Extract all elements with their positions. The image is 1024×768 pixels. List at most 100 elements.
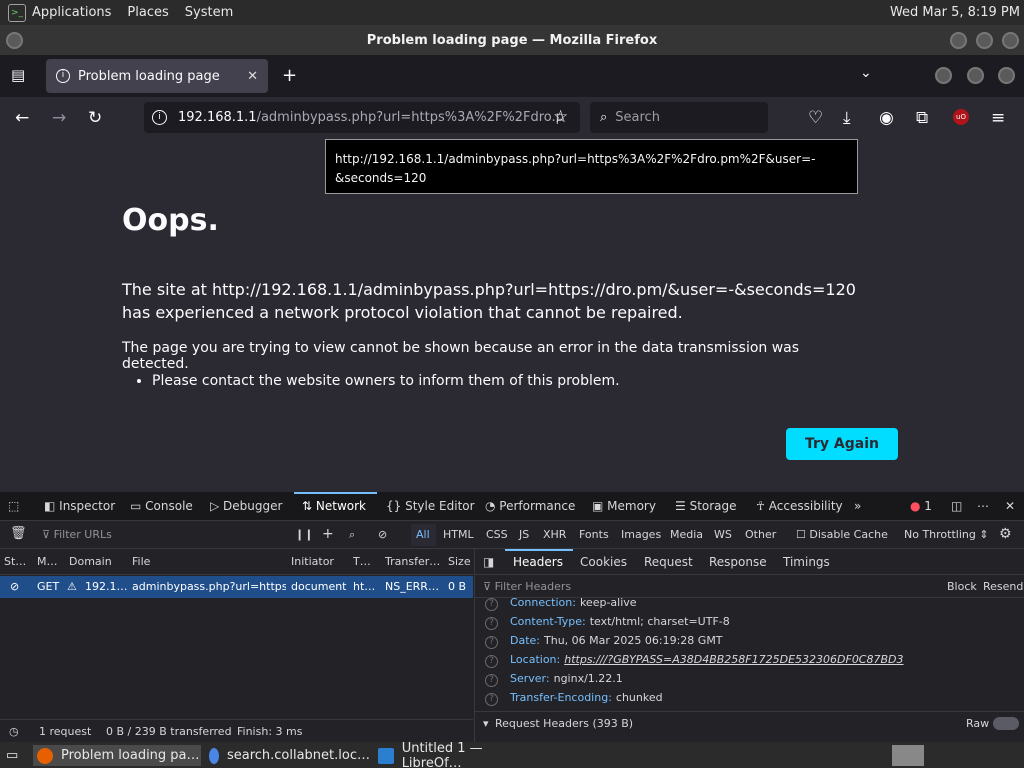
close-devtools-icon[interactable]: ✕ — [1005, 499, 1015, 513]
header-row-connection[interactable]: ? Connection: keep-alive — [485, 596, 637, 611]
help-icon[interactable]: ? — [485, 598, 498, 611]
show-desktop-icon[interactable]: ▭ — [2, 745, 26, 766]
stopwatch-icon[interactable]: ◷ — [9, 725, 19, 738]
help-icon[interactable]: ? — [485, 693, 498, 706]
close-button-2[interactable] — [998, 67, 1015, 84]
block-button[interactable]: Block — [947, 580, 977, 593]
search-input[interactable]: ⌕ Search — [590, 102, 768, 133]
filter-ws[interactable]: WS — [714, 528, 732, 541]
try-again-button[interactable]: Try Again — [786, 428, 898, 460]
pause-icon[interactable]: ❙❙ — [295, 528, 313, 541]
clock[interactable]: Wed Mar 5, 8:19 PM — [890, 5, 1020, 20]
list-tabs-icon[interactable]: ⌄ — [860, 65, 872, 81]
block-icon[interactable]: ⊘ — [378, 528, 387, 541]
filter-html[interactable]: HTML — [443, 528, 474, 541]
settings-gear-icon[interactable]: ⚙ — [999, 526, 1012, 542]
tab-style-editor[interactable]: {} Style Editor — [386, 499, 475, 513]
header-row-date[interactable]: ? Date: Thu, 06 Mar 2025 06:19:28 GMT — [485, 634, 723, 649]
tab-debugger[interactable]: ▷ Debugger — [210, 499, 282, 513]
tab-network[interactable]: ⇅ Network — [302, 499, 366, 513]
col-type[interactable]: T… — [353, 555, 371, 568]
account-icon[interactable]: ◉ — [879, 108, 894, 128]
taskbar-item-chrome[interactable]: search.collabnet.loc… — [205, 745, 370, 766]
applications-menu[interactable]: Applications — [32, 5, 111, 20]
pocket-icon[interactable]: ♡ — [808, 108, 823, 128]
raw-toggle[interactable] — [993, 717, 1019, 730]
header-row-transfer-encoding[interactable]: ? Transfer-Encoding: chunked — [485, 691, 663, 706]
bookmark-star-icon[interactable]: ☆ — [553, 107, 568, 127]
filter-js[interactable]: JS — [519, 528, 529, 541]
filter-fonts[interactable]: Fonts — [579, 528, 609, 541]
resend-button[interactable]: Resend — [983, 580, 1023, 593]
header-row-location[interactable]: ? Location: https:///?GBYPASS=A38D4BB258F1… — [485, 653, 904, 668]
request-headers-section[interactable]: ▾ Request Headers (393 B) Raw — [475, 711, 1024, 735]
more-tools-icon[interactable]: » — [854, 499, 861, 513]
new-tab-button[interactable]: + — [282, 65, 297, 86]
error-count-badge[interactable]: ● 1 — [910, 499, 932, 513]
help-icon[interactable]: ? — [485, 617, 498, 630]
col-initiator[interactable]: Initiator — [291, 555, 334, 568]
hamburger-menu-icon[interactable]: ≡ — [991, 108, 1005, 128]
filter-images[interactable]: Images — [621, 528, 661, 541]
tab-accessibility[interactable]: ☥ Accessibility — [756, 499, 843, 513]
url-bar[interactable]: i 192.168.1.1/adminbypass.php?url=https%… — [144, 102, 580, 133]
help-icon[interactable]: ? — [485, 674, 498, 687]
header-row-content-type[interactable]: ? Content-Type: text/html; charset=UTF-8 — [485, 615, 730, 630]
trash-icon[interactable]: 🗑 — [10, 526, 27, 541]
header-row-server[interactable]: ? Server: nginx/1.22.1 — [485, 672, 623, 687]
taskbar-item-firefox[interactable]: Problem loading pa… — [33, 745, 201, 766]
tab-manager-icon[interactable]: ▤ — [11, 66, 25, 84]
places-menu[interactable]: Places — [127, 5, 168, 20]
ublock-origin-icon[interactable]: uO — [953, 109, 969, 125]
tab-problem-loading[interactable]: i Problem loading page ✕ — [46, 59, 268, 93]
minimize-button[interactable] — [950, 32, 967, 49]
throttling-select[interactable]: No Throttling ⇕ — [904, 528, 989, 541]
col-transferred[interactable]: Transfer… — [385, 555, 440, 568]
close-window-button[interactable] — [1002, 32, 1019, 49]
tab-inspector[interactable]: ◧ Inspector — [44, 499, 115, 513]
reload-icon[interactable]: ↻ — [88, 108, 102, 128]
forward-icon[interactable]: → — [52, 108, 66, 128]
tab-timings[interactable]: Timings — [783, 555, 830, 569]
back-icon[interactable]: ← — [15, 108, 29, 128]
search-icon-devtools[interactable]: ⌕ — [349, 528, 355, 542]
tab-cookies[interactable]: Cookies — [580, 555, 627, 569]
terminal-icon[interactable]: >_ — [8, 3, 26, 22]
toggle-sidebar-icon[interactable]: ◨ — [483, 555, 494, 569]
filter-media[interactable]: Media — [670, 528, 703, 541]
add-icon[interactable]: + — [322, 526, 334, 542]
taskbar-item-libreoffice[interactable]: Untitled 1 — LibreOf… — [374, 741, 544, 768]
disable-cache-checkbox[interactable]: ☐ Disable Cache — [796, 528, 888, 541]
devtools-menu-icon[interactable]: ⋯ — [977, 499, 989, 513]
window-menu-button[interactable] — [6, 32, 23, 49]
location-link[interactable]: https:///?GBYPASS=A38D4BB258F1725DE53230… — [564, 653, 903, 666]
filter-css[interactable]: CSS — [486, 528, 508, 541]
help-icon[interactable]: ? — [485, 655, 498, 668]
downloads-icon[interactable]: ⤓ — [843, 108, 851, 128]
tab-memory[interactable]: ▣ Memory — [592, 499, 656, 513]
maximize-button-2[interactable] — [967, 67, 984, 84]
extensions-icon[interactable]: ⧉ — [916, 108, 928, 128]
col-method[interactable]: M… — [37, 555, 58, 568]
col-file[interactable]: File — [132, 555, 150, 568]
tab-response[interactable]: Response — [709, 555, 767, 569]
site-info-icon[interactable]: i — [152, 110, 167, 125]
filter-other[interactable]: Other — [745, 528, 776, 541]
tab-storage[interactable]: ☰ Storage — [675, 499, 737, 513]
filter-xhr[interactable]: XHR — [543, 528, 566, 541]
tab-headers[interactable]: Headers — [513, 555, 563, 569]
col-domain[interactable]: Domain — [69, 555, 112, 568]
system-menu[interactable]: System — [185, 5, 233, 20]
filter-urls-input[interactable]: ⊽ Filter URLs — [42, 528, 112, 541]
col-size[interactable]: Size — [448, 555, 471, 568]
dock-options-icon[interactable]: ◫ — [951, 499, 962, 513]
tab-console[interactable]: ▭ Console — [130, 499, 193, 513]
tab-performance[interactable]: ◔ Performance — [485, 499, 575, 513]
minimize-button-2[interactable] — [935, 67, 952, 84]
workspace-switcher[interactable] — [892, 745, 924, 766]
element-picker-icon[interactable]: ⬚ — [8, 499, 19, 513]
tab-request[interactable]: Request — [644, 555, 693, 569]
filter-headers-input[interactable]: ⊽ Filter Headers — [483, 580, 571, 593]
col-status[interactable]: St… — [4, 555, 26, 568]
window-titlebar[interactable]: Problem loading page — Mozilla Firefox — [0, 25, 1024, 55]
